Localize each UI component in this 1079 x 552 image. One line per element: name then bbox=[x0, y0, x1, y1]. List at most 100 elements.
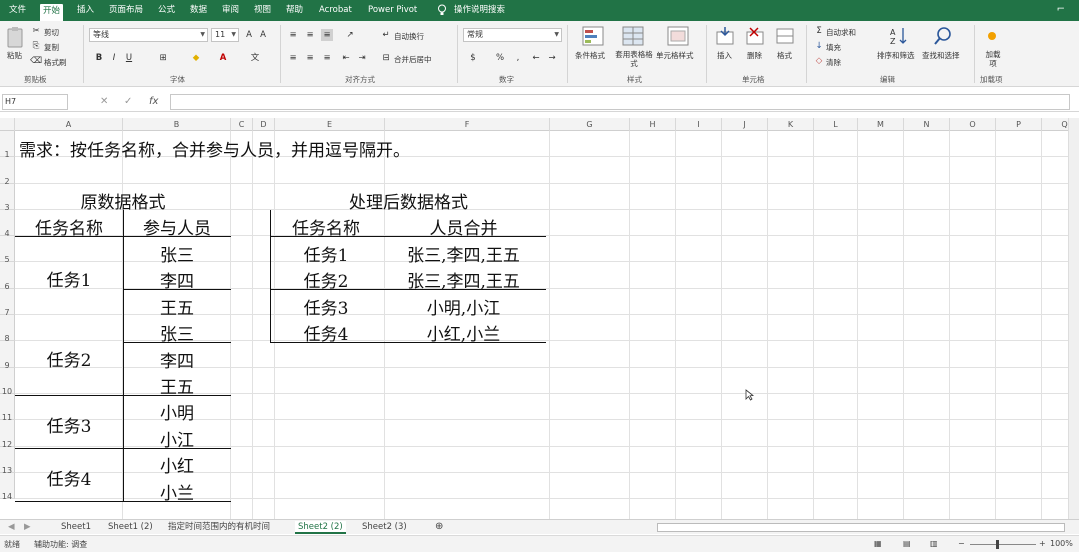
format-painter-button[interactable]: 格式刷 bbox=[44, 57, 67, 68]
font-name-select[interactable]: 等线 ▼ bbox=[89, 28, 208, 42]
number-format-select[interactable]: 常规 ▼ bbox=[463, 28, 562, 42]
paste-icon[interactable] bbox=[6, 26, 24, 48]
align-right-icon[interactable]: ≡ bbox=[321, 52, 333, 64]
zoom-in-icon[interactable]: + bbox=[1039, 539, 1046, 548]
phonetic-icon[interactable]: 文 bbox=[249, 52, 261, 64]
right-merged[interactable]: 小明,小江 bbox=[381, 294, 546, 319]
border-icon[interactable]: ⊞ bbox=[157, 52, 169, 64]
copy-button[interactable]: 复制 bbox=[44, 42, 59, 53]
left-task-3[interactable]: 任务3 bbox=[15, 412, 123, 437]
zoom-slider-thumb[interactable] bbox=[996, 540, 999, 549]
align-center-icon[interactable]: ≡ bbox=[304, 52, 316, 64]
row-header[interactable]: 2 bbox=[0, 157, 15, 186]
row-header[interactable]: 11 bbox=[0, 394, 15, 422]
page-layout-view-icon[interactable]: ▤ bbox=[903, 539, 911, 548]
column-header[interactable]: H bbox=[630, 118, 676, 131]
column-header[interactable]: M bbox=[858, 118, 904, 131]
wrap-text-button[interactable]: 自动换行 bbox=[394, 31, 424, 42]
font-color-icon[interactable]: A bbox=[217, 52, 229, 64]
orientation-icon[interactable]: ↗ bbox=[344, 29, 356, 41]
insert-function-icon[interactable]: fx bbox=[149, 96, 158, 107]
fill-color-icon[interactable]: ◆ bbox=[190, 52, 202, 64]
window-minimize-icon[interactable]: ⌐ bbox=[1057, 4, 1065, 15]
align-top-icon[interactable]: ≡ bbox=[287, 29, 299, 41]
name-box[interactable]: H7 bbox=[2, 94, 68, 110]
tab-help[interactable]: 帮助 bbox=[283, 3, 306, 19]
tab-review[interactable]: 审阅 bbox=[219, 3, 242, 19]
sheet-tab[interactable]: Sheet1 bbox=[61, 521, 91, 534]
right-task[interactable]: 任务1 bbox=[271, 241, 381, 266]
row-header[interactable]: 12 bbox=[0, 420, 15, 449]
sheet-scroll-right-icon[interactable]: ▶ bbox=[24, 521, 31, 534]
align-left-icon[interactable]: ≡ bbox=[287, 52, 299, 64]
tab-page-layout[interactable]: 页面布局 bbox=[106, 3, 146, 19]
fill-button[interactable]: 填充 bbox=[826, 42, 841, 53]
sheet-tab[interactable]: 指定时间范围内的有机时间 bbox=[168, 521, 270, 534]
column-header[interactable]: L bbox=[814, 118, 858, 131]
horizontal-scrollbar[interactable] bbox=[657, 523, 1065, 532]
merge-center-button[interactable]: 合并后居中 bbox=[394, 54, 432, 65]
italic-icon[interactable]: I bbox=[108, 52, 120, 64]
row-header[interactable]: 14 bbox=[0, 473, 15, 501]
column-header[interactable]: I bbox=[676, 118, 722, 131]
page-break-view-icon[interactable]: ▥ bbox=[930, 539, 938, 548]
zoom-slider[interactable] bbox=[970, 544, 1036, 545]
percent-icon[interactable]: % bbox=[494, 52, 506, 64]
column-header[interactable]: C bbox=[231, 118, 253, 131]
tab-data[interactable]: 数据 bbox=[187, 3, 210, 19]
align-bottom-icon[interactable]: ≡ bbox=[321, 29, 333, 41]
bold-icon[interactable]: B bbox=[93, 52, 105, 64]
sheet-tab[interactable]: Sheet1 (2) bbox=[108, 521, 153, 534]
left-task-4[interactable]: 任务4 bbox=[15, 465, 123, 490]
column-header[interactable]: F bbox=[385, 118, 550, 131]
tab-view[interactable]: 视图 bbox=[251, 3, 274, 19]
left-person[interactable]: 小红 bbox=[123, 452, 231, 477]
left-person[interactable]: 小明 bbox=[123, 399, 231, 424]
format-cells-button[interactable]: 格式 bbox=[777, 50, 792, 61]
column-header[interactable]: P bbox=[996, 118, 1042, 131]
decrease-decimal-icon[interactable]: → bbox=[546, 52, 558, 64]
column-header[interactable]: A bbox=[15, 118, 123, 131]
tab-file[interactable]: 文件 bbox=[6, 3, 29, 19]
row-header[interactable]: 13 bbox=[0, 447, 15, 475]
tab-power-pivot[interactable]: Power Pivot bbox=[365, 3, 420, 19]
column-header[interactable]: K bbox=[768, 118, 814, 131]
sheet-scroll-left-icon[interactable]: ◀ bbox=[8, 521, 15, 534]
cancel-icon[interactable]: ✕ bbox=[100, 96, 108, 107]
row-header[interactable]: 10 bbox=[0, 368, 15, 396]
right-merged[interactable]: 张三,李四,王五 bbox=[381, 241, 546, 266]
tab-formulas[interactable]: 公式 bbox=[155, 3, 178, 19]
vertical-scrollbar[interactable] bbox=[1068, 118, 1079, 519]
normal-view-icon[interactable]: ▦ bbox=[874, 539, 882, 548]
addins-button[interactable]: 加载项 bbox=[983, 50, 1003, 68]
column-header[interactable]: G bbox=[550, 118, 630, 131]
format-as-table-button[interactable]: 套用表格格式 bbox=[612, 50, 656, 68]
tab-insert[interactable]: 插入 bbox=[74, 3, 97, 19]
enter-icon[interactable]: ✓ bbox=[124, 96, 132, 107]
accessibility-status[interactable]: 辅助功能: 调查 bbox=[34, 539, 87, 550]
decrease-font-icon[interactable]: A bbox=[257, 29, 269, 41]
font-size-select[interactable]: 11 ▼ bbox=[211, 28, 239, 42]
tell-me-search[interactable]: 操作说明搜索 bbox=[451, 3, 508, 19]
conditional-format-button[interactable]: 条件格式 bbox=[575, 50, 605, 61]
clear-button[interactable]: 清除 bbox=[826, 57, 841, 68]
left-task-1[interactable]: 任务1 bbox=[15, 266, 123, 291]
column-header[interactable]: E bbox=[275, 118, 385, 131]
row-header[interactable]: 6 bbox=[0, 262, 15, 291]
comma-icon[interactable]: , bbox=[512, 52, 524, 64]
sheet-tab[interactable]: Sheet2 (3) bbox=[362, 521, 407, 534]
decrease-indent-icon[interactable]: ⇤ bbox=[340, 52, 352, 64]
column-header[interactable]: D bbox=[253, 118, 275, 131]
underline-icon[interactable]: U bbox=[123, 52, 135, 64]
row-header[interactable]: 8 bbox=[0, 315, 15, 343]
row-header[interactable]: 5 bbox=[0, 236, 15, 264]
right-table-title[interactable]: 处理后数据格式 bbox=[271, 188, 546, 213]
row-header[interactable]: 9 bbox=[0, 341, 15, 370]
column-header[interactable]: N bbox=[904, 118, 950, 131]
column-header[interactable]: O bbox=[950, 118, 996, 131]
cell-a1-title[interactable]: 需求：按任务名称，合并参与人员，并用逗号隔开。 bbox=[19, 136, 410, 161]
increase-decimal-icon[interactable]: ← bbox=[530, 52, 542, 64]
column-header[interactable]: Q bbox=[1042, 118, 1068, 131]
row-header[interactable]: 7 bbox=[0, 289, 15, 317]
delete-cells-button[interactable]: 删除 bbox=[747, 50, 762, 61]
